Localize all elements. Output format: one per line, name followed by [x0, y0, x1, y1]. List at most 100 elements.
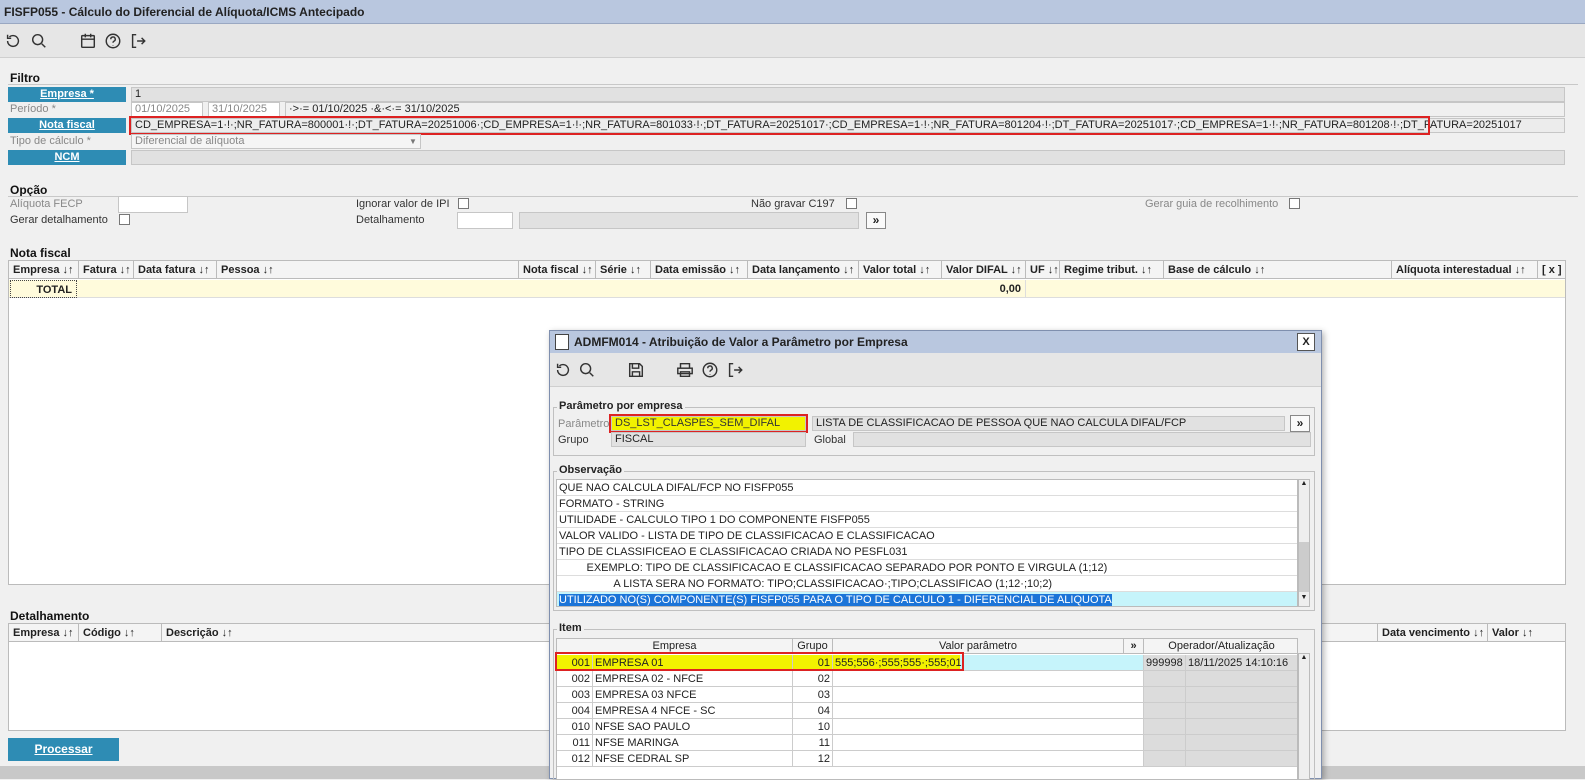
- search-icon[interactable]: [576, 359, 598, 381]
- help-icon[interactable]: [699, 359, 721, 381]
- item-cod: 011: [557, 735, 593, 751]
- nota-grid-header: Empresa ↓↑ Fatura ↓↑ Data fatura ↓↑ Pess…: [9, 261, 1565, 279]
- nao-gravar-label: Não gravar C197: [751, 198, 835, 210]
- item-nome: EMPRESA 02 - NFCE: [593, 671, 793, 687]
- obs-group-title: Observação: [557, 464, 624, 476]
- item-valor: 555;556·;555;555·;555;01: [833, 655, 1144, 671]
- det-col-vencimento[interactable]: Data vencimento ↓↑: [1378, 624, 1488, 642]
- nota-grid-title: Nota fiscal: [10, 246, 71, 260]
- ignorar-ipi-checkbox[interactable]: [458, 198, 469, 209]
- item-valor: [833, 735, 1144, 751]
- col-valor-total[interactable]: Valor total ↓↑: [859, 261, 942, 279]
- param-label: Parâmetro: [558, 418, 610, 430]
- admfm014-dialog: ADMFM014 - Atribuição de Valor a Parâmet…: [549, 330, 1322, 780]
- empresa-label-button[interactable]: Empresa *: [8, 87, 126, 102]
- detalhamento-label: Detalhamento: [356, 214, 425, 226]
- nao-gravar-checkbox[interactable]: [846, 198, 857, 209]
- col-regime[interactable]: Regime tribut. ↓↑: [1060, 261, 1164, 279]
- main-toolbar: [0, 24, 1585, 58]
- item-col-empresa[interactable]: Empresa: [557, 639, 793, 654]
- dialog-title: ADMFM014 - Atribuição de Valor a Parâmet…: [550, 331, 1321, 353]
- param-more-button[interactable]: »: [1290, 415, 1310, 432]
- item-grupo: 11: [793, 735, 833, 751]
- item-row[interactable]: 010 NFSE SAO PAULO 10: [557, 719, 1297, 735]
- item-scrollbar[interactable]: ▲: [1298, 653, 1310, 780]
- item-row[interactable]: 004 EMPRESA 4 NFCE - SC 04: [557, 703, 1297, 719]
- calendar-icon[interactable]: [77, 30, 99, 52]
- exit-icon[interactable]: [127, 30, 149, 52]
- aliquota-fecp-input[interactable]: [118, 196, 188, 213]
- help-icon[interactable]: [102, 30, 124, 52]
- item-row[interactable]: 012 NFSE CEDRAL SP 12: [557, 751, 1297, 767]
- dialog-close-button[interactable]: X: [1297, 333, 1315, 351]
- periodo-end-field[interactable]: 31/10/2025: [208, 102, 280, 117]
- periodo-start-field[interactable]: 01/10/2025: [131, 102, 203, 117]
- det-col-empresa[interactable]: Empresa ↓↑: [9, 624, 79, 642]
- item-operador: [1144, 687, 1186, 703]
- param-group-title: Parâmetro por empresa: [557, 400, 685, 412]
- col-base-calculo[interactable]: Base de cálculo ↓↑: [1164, 261, 1392, 279]
- col-nota-fiscal[interactable]: Nota fiscal ↓↑: [519, 261, 596, 279]
- col-data-emissao[interactable]: Data emissão ↓↑: [651, 261, 748, 279]
- gerar-detalhamento-checkbox[interactable]: [119, 214, 130, 225]
- obs-list[interactable]: QUE NAO CALCULA DIFAL/FCP NO FISFP055 FO…: [556, 479, 1298, 607]
- nota-fiscal-label-button[interactable]: Nota fiscal: [8, 118, 126, 133]
- param-description: LISTA DE CLASSIFICACAO DE PESSOA QUE NAO…: [812, 416, 1285, 431]
- col-pessoa[interactable]: Pessoa ↓↑: [217, 261, 519, 279]
- ncm-field[interactable]: [131, 150, 1565, 165]
- col-data-lancamento[interactable]: Data lançamento ↓↑: [748, 261, 859, 279]
- refresh-icon[interactable]: [552, 359, 574, 381]
- param-input[interactable]: DS_LST_CLASPES_SEM_DIFAL: [611, 416, 806, 431]
- item-nome: EMPRESA 4 NFCE - SC: [593, 703, 793, 719]
- item-col-more[interactable]: »: [1124, 639, 1144, 654]
- detalhamento-more-button[interactable]: »: [866, 212, 886, 229]
- col-fatura[interactable]: Fatura ↓↑: [79, 261, 134, 279]
- search-icon[interactable]: [28, 30, 50, 52]
- item-nome: EMPRESA 03 NFCE: [593, 687, 793, 703]
- item-nome: NFSE CEDRAL SP: [593, 751, 793, 767]
- col-remove[interactable]: [ x ]: [1538, 261, 1566, 279]
- item-data: [1186, 703, 1297, 719]
- item-col-valor[interactable]: Valor parâmetro: [833, 639, 1124, 654]
- col-data-fatura[interactable]: Data fatura ↓↑: [134, 261, 217, 279]
- processar-button[interactable]: Processar: [8, 738, 119, 761]
- print-icon[interactable]: [674, 359, 696, 381]
- global-label: Global: [814, 434, 846, 446]
- obs-line: UTILIDADE - CALCULO TIPO 1 DO COMPONENTE…: [557, 512, 1297, 528]
- item-cod: 003: [557, 687, 593, 703]
- item-grupo: 12: [793, 751, 833, 767]
- exit-icon[interactable]: [724, 359, 746, 381]
- item-row[interactable]: 011 NFSE MARINGA 11: [557, 735, 1297, 751]
- item-row[interactable]: 001 EMPRESA 01 01 555;556·;555;555·;555;01 9…: [557, 655, 1297, 671]
- item-col-grupo[interactable]: Grupo: [793, 639, 833, 654]
- ncm-label-button[interactable]: NCM: [8, 150, 126, 165]
- item-col-operador[interactable]: Operador/Atualização: [1144, 639, 1297, 654]
- item-valor: [833, 687, 1144, 703]
- item-cod: 004: [557, 703, 593, 719]
- tipo-calculo-select[interactable]: Diferencial de alíquota: [131, 134, 421, 149]
- scroll-thumb[interactable]: [1299, 542, 1309, 592]
- scroll-up-icon[interactable]: ▲: [1299, 654, 1309, 666]
- obs-scrollbar[interactable]: ▲ ▼: [1298, 479, 1310, 607]
- scroll-down-icon[interactable]: ▼: [1299, 594, 1309, 606]
- item-row[interactable]: 002 EMPRESA 02 - NFCE 02: [557, 671, 1297, 687]
- col-uf[interactable]: UF ↓↑: [1026, 261, 1060, 279]
- save-icon[interactable]: [625, 359, 647, 381]
- item-row[interactable]: 003 EMPRESA 03 NFCE 03: [557, 687, 1297, 703]
- col-valor-difal[interactable]: Valor DIFAL ↓↑: [942, 261, 1026, 279]
- detalhamento-desc: [519, 212, 859, 229]
- detalhamento-input[interactable]: [457, 212, 513, 229]
- col-serie[interactable]: Série ↓↑: [596, 261, 651, 279]
- col-aliquota-interestadual[interactable]: Alíquota interestadual ↓↑: [1392, 261, 1538, 279]
- empresa-field[interactable]: 1: [131, 87, 1565, 102]
- obs-line-selected: UTILIZADO NO(S) COMPONENTE(S) FISFP055 P…: [557, 592, 1297, 606]
- col-empresa[interactable]: Empresa ↓↑: [9, 261, 79, 279]
- scroll-up-icon[interactable]: ▲: [1299, 480, 1309, 492]
- det-col-valor[interactable]: Valor ↓↑: [1488, 624, 1566, 642]
- chevron-down-icon[interactable]: ▼: [406, 135, 420, 148]
- refresh-icon[interactable]: [2, 30, 24, 52]
- nota-fiscal-field[interactable]: CD_EMPRESA=1·!·;NR_FATURA=800001·!·;DT_F…: [131, 118, 1565, 133]
- window-title: FISFP055 - Cálculo do Diferencial de Alí…: [0, 0, 1585, 24]
- det-col-codigo[interactable]: Código ↓↑: [79, 624, 162, 642]
- gerar-guia-checkbox[interactable]: [1289, 198, 1300, 209]
